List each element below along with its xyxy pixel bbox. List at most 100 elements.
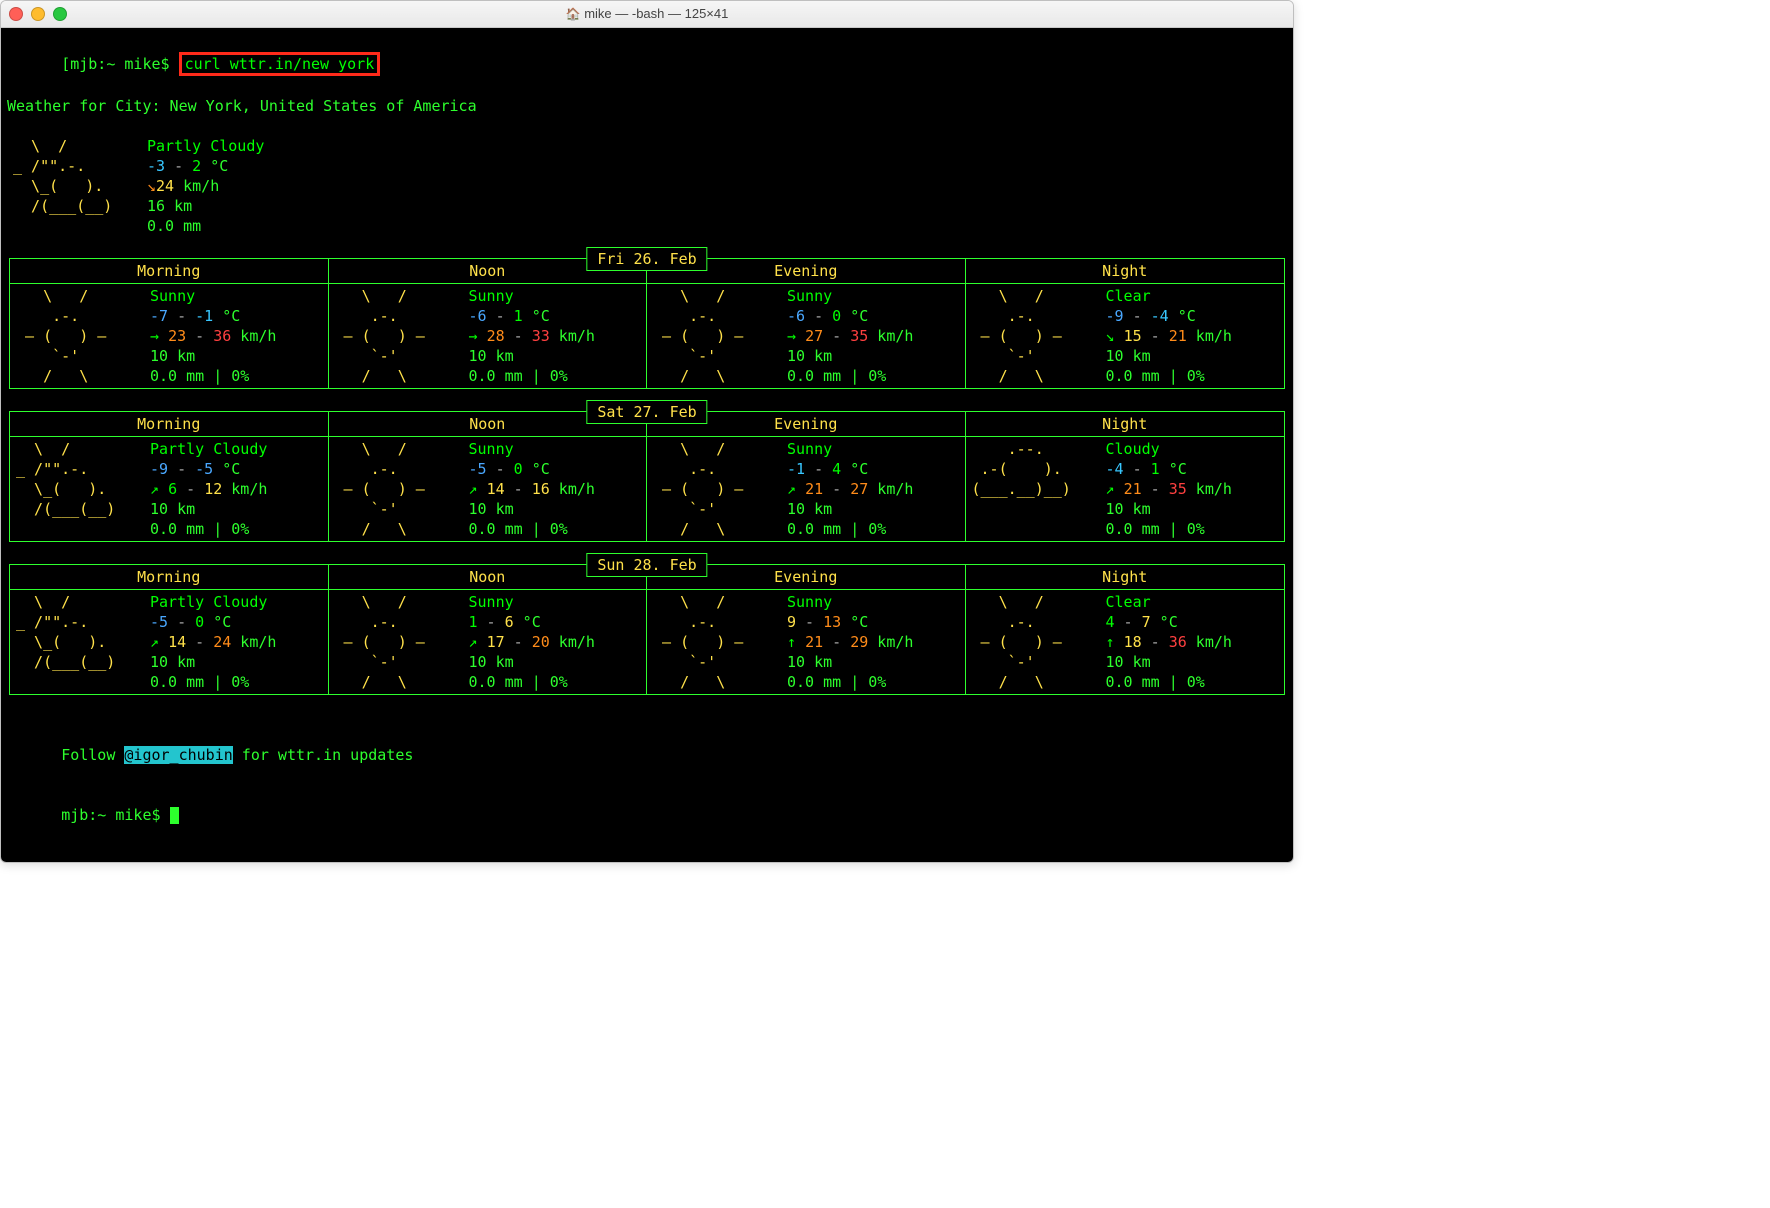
- temp-range: -5 - 0 °C: [469, 459, 595, 479]
- forecast-day: Sun 28. FebMorningNoonEveningNight \ / _…: [9, 564, 1285, 695]
- sunny-icon: \ / .-. ‒ ( ) ‒ `-' / \: [335, 439, 465, 539]
- partly-icon: \ / _ /"".-. \_( ). /(___(__): [16, 439, 146, 539]
- terminal-window: 🏠 mike — -bash — 125×41 [mjb:~ mike$ cur…: [0, 0, 1294, 863]
- precip-text: 0.0 mm | 0%: [469, 519, 595, 539]
- sunny-icon: \ / .-. ‒ ( ) ‒ `-' / \: [972, 592, 1102, 692]
- sunny-icon: \ / .-. ‒ ( ) ‒ `-' / \: [653, 286, 783, 386]
- visibility-text: 10 km: [1106, 652, 1232, 672]
- condition-text: Sunny: [469, 286, 595, 306]
- forecast-cell: \ / .-. ‒ ( ) ‒ `-' / \ Sunny-6 - 1 °C→ …: [329, 284, 648, 388]
- twitter-handle[interactable]: @igor_chubin: [124, 746, 232, 764]
- forecast-cell: \ / .-. ‒ ( ) ‒ `-' / \ Clear-9 - -4 °C↘…: [966, 284, 1285, 388]
- wind-range: ↑ 21 - 29 km/h: [787, 632, 913, 652]
- condition-text: Sunny: [469, 592, 595, 612]
- visibility-text: 10 km: [150, 346, 276, 366]
- period-header: Morning: [10, 259, 329, 283]
- precip-text: 0.0 mm | 0%: [1106, 519, 1232, 539]
- period-header: Morning: [10, 412, 329, 436]
- wind-range: → 28 - 33 km/h: [469, 326, 595, 346]
- window-titlebar[interactable]: 🏠 mike — -bash — 125×41: [1, 1, 1293, 28]
- condition-text: Sunny: [469, 439, 595, 459]
- date-tab: Sun 28. Feb: [586, 553, 707, 577]
- condition-text: Sunny: [787, 286, 913, 306]
- visibility-text: 10 km: [469, 652, 595, 672]
- temp-range: -7 - -1 °C: [150, 306, 276, 326]
- footer-line: Follow @igor_chubin for wttr.in updates: [7, 725, 1287, 785]
- temp-range: -9 - -5 °C: [150, 459, 267, 479]
- temp-range: -6 - 1 °C: [469, 306, 595, 326]
- prompt-line: [mjb:~ mike$ curl wttr.in/new york: [7, 32, 1287, 96]
- temp-range: -5 - 0 °C: [150, 612, 276, 632]
- condition-text: Sunny: [787, 592, 913, 612]
- current-temp: -3 - 2 °C: [147, 156, 264, 176]
- forecast-day: Sat 27. FebMorningNoonEveningNight \ / _…: [9, 411, 1285, 542]
- forecast-cell: \ / _ /"".-. \_( ). /(___(__) Partly Clo…: [10, 590, 329, 694]
- sunny-icon: \ / .-. ‒ ( ) ‒ `-' / \: [972, 286, 1102, 386]
- precip-text: 0.0 mm | 0%: [1106, 366, 1232, 386]
- current-visibility: 16 km: [147, 196, 264, 216]
- wind-range: → 27 - 35 km/h: [787, 326, 913, 346]
- date-tab: Sat 27. Feb: [586, 400, 707, 424]
- window-title: 🏠 mike — -bash — 125×41: [1, 4, 1293, 24]
- visibility-text: 10 km: [150, 499, 267, 519]
- sunny-icon: \ / .-. ‒ ( ) ‒ `-' / \: [16, 286, 146, 386]
- visibility-text: 10 km: [150, 652, 276, 672]
- prompt-line-2[interactable]: mjb:~ mike$: [7, 785, 1287, 845]
- temp-range: 1 - 6 °C: [469, 612, 595, 632]
- temp-range: -9 - -4 °C: [1106, 306, 1232, 326]
- current-precip: 0.0 mm: [147, 216, 264, 236]
- condition-text: Sunny: [787, 439, 913, 459]
- temp-range: -6 - 0 °C: [787, 306, 913, 326]
- condition-text: Clear: [1106, 592, 1232, 612]
- condition-text: Sunny: [150, 286, 276, 306]
- forecast-cell: \ / .-. ‒ ( ) ‒ `-' / \ Sunny-6 - 0 °C→ …: [647, 284, 966, 388]
- wind-range: ↗ 17 - 20 km/h: [469, 632, 595, 652]
- visibility-text: 10 km: [787, 652, 913, 672]
- forecast-cell: \ / .-. ‒ ( ) ‒ `-' / \ Sunny1 - 6 °C↗ 1…: [329, 590, 648, 694]
- temp-range: 4 - 7 °C: [1106, 612, 1232, 632]
- home-icon: 🏠: [566, 7, 581, 21]
- cursor-icon: [170, 807, 179, 824]
- temp-range: -4 - 1 °C: [1106, 459, 1232, 479]
- highlighted-command: curl wttr.in/new york: [179, 52, 381, 76]
- condition-text: Cloudy: [1106, 439, 1232, 459]
- wind-range: ↗ 14 - 24 km/h: [150, 632, 276, 652]
- weather-header: Weather for City: New York, United State…: [7, 96, 1287, 116]
- wind-range: ↑ 18 - 36 km/h: [1106, 632, 1232, 652]
- forecast-cell: \ / .-. ‒ ( ) ‒ `-' / \ Sunny-1 - 4 °C↗ …: [647, 437, 966, 541]
- wind-range: → 23 - 36 km/h: [150, 326, 276, 346]
- precip-text: 0.0 mm | 0%: [150, 672, 276, 692]
- precip-text: 0.0 mm | 0%: [150, 519, 267, 539]
- period-header: Night: [966, 259, 1285, 283]
- precip-text: 0.0 mm | 0%: [1106, 672, 1232, 692]
- sunny-icon: \ / .-. ‒ ( ) ‒ `-' / \: [653, 592, 783, 692]
- visibility-text: 10 km: [469, 499, 595, 519]
- visibility-text: 10 km: [1106, 499, 1232, 519]
- wind-range: ↗ 21 - 27 km/h: [787, 479, 913, 499]
- forecast-cell: \ / _ /"".-. \_( ). /(___(__) Partly Clo…: [10, 437, 329, 541]
- period-header: Night: [966, 565, 1285, 589]
- temp-range: -1 - 4 °C: [787, 459, 913, 479]
- condition-text: Partly Cloudy: [150, 439, 267, 459]
- partly-icon: \ / _ /"".-. \_( ). /(___(__): [16, 592, 146, 692]
- visibility-text: 10 km: [787, 346, 913, 366]
- sunny-icon: \ / .-. ‒ ( ) ‒ `-' / \: [335, 592, 465, 692]
- precip-text: 0.0 mm | 0%: [787, 366, 913, 386]
- wind-range: ↗ 21 - 35 km/h: [1106, 479, 1232, 499]
- forecast-day: Fri 26. FebMorningNoonEveningNight \ / .…: [9, 258, 1285, 389]
- visibility-text: 10 km: [469, 346, 595, 366]
- cloudy-icon: .--. .-( ). (___.__)__): [972, 439, 1102, 539]
- sunny-icon: \ / .-. ‒ ( ) ‒ `-' / \: [653, 439, 783, 539]
- forecast-cell: \ / .-. ‒ ( ) ‒ `-' / \ Sunny9 - 13 °C↑ …: [647, 590, 966, 694]
- current-wind: ↘24 km/h: [147, 176, 264, 196]
- precip-text: 0.0 mm | 0%: [150, 366, 276, 386]
- sunny-icon: \ / .-. ‒ ( ) ‒ `-' / \: [335, 286, 465, 386]
- forecast-cell: .--. .-( ). (___.__)__) Cloudy-4 - 1 °C↗…: [966, 437, 1285, 541]
- terminal-body[interactable]: [mjb:~ mike$ curl wttr.in/new york Weath…: [1, 28, 1293, 862]
- forecast-cell: \ / .-. ‒ ( ) ‒ `-' / \ Sunny-7 - -1 °C→…: [10, 284, 329, 388]
- visibility-text: 10 km: [1106, 346, 1232, 366]
- date-tab: Fri 26. Feb: [586, 247, 707, 271]
- precip-text: 0.0 mm | 0%: [787, 672, 913, 692]
- forecast-cell: \ / .-. ‒ ( ) ‒ `-' / \ Clear4 - 7 °C↑ 1…: [966, 590, 1285, 694]
- period-header: Morning: [10, 565, 329, 589]
